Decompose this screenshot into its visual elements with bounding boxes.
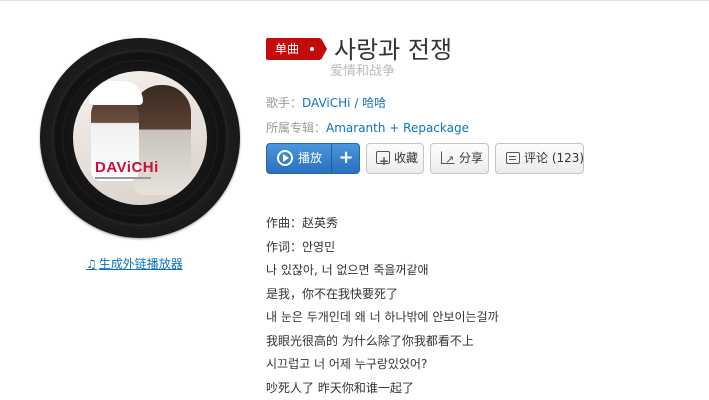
- comment-button[interactable]: 评论 (123): [495, 143, 584, 174]
- single-badge: 单曲: [266, 38, 321, 60]
- vinyl-record: DAViCHi: [40, 38, 240, 238]
- cover-logo: DAViCHi: [95, 159, 159, 176]
- album-row: 所属专辑：Amaranth + Repackage: [266, 119, 469, 136]
- singer-label: 歌手：: [266, 96, 303, 110]
- collect-icon: [376, 147, 390, 176]
- collect-button[interactable]: 收藏: [366, 143, 424, 176]
- add-to-playlist-button[interactable]: +: [332, 144, 360, 173]
- lyric-line: 我眼光很高的 为什么除了你我都看不上: [266, 333, 474, 348]
- comment-button-label: 评论 (123): [524, 151, 585, 165]
- external-player-link[interactable]: ♫ 生成外链播放器: [86, 255, 183, 272]
- cover-logo-underline: [95, 177, 151, 179]
- song-subtitle: 爱情和战争: [330, 64, 396, 79]
- play-icon: [277, 149, 293, 166]
- lyric-line: 내 눈은 두개인데 왜 너 하나밖에 안보이는걸까: [266, 310, 499, 324]
- singer-separator: /: [350, 96, 363, 110]
- music-note-icon: ♫: [86, 257, 97, 271]
- badge-arrow-icon: [321, 38, 327, 60]
- external-player-label: 生成外链播放器: [98, 257, 183, 271]
- lyric-line: 나 있잖아, 너 없으면 죽을꺼같애: [266, 263, 429, 277]
- top-divider: [0, 0, 709, 1]
- album-link[interactable]: Amaranth + Repackage: [326, 121, 469, 135]
- badge-dot-icon: [310, 47, 314, 51]
- lyric-line: 作词：안영민: [266, 239, 336, 254]
- collect-button-label: 收藏: [394, 151, 419, 165]
- singer-link-davichi[interactable]: DAViCHi: [302, 96, 351, 110]
- play-button-label: 播放: [298, 151, 323, 165]
- lyric-line: 是我，你不在我快要死了: [266, 286, 399, 301]
- share-icon: [441, 145, 455, 174]
- lyric-line: 吵死人了 昨天你和谁一起了: [266, 380, 414, 395]
- cover-hat: [89, 81, 143, 105]
- lyric-line: 시끄럽고 너 어제 누구랑있었어?: [266, 357, 428, 371]
- album-label: 所属专辑：: [266, 121, 327, 135]
- lyrics-block: 作曲：赵英秀 作词：안영민 나 있잖아, 너 없으면 죽을꺼같애 是我，你不在我…: [266, 212, 499, 400]
- single-badge-label: 单曲: [275, 42, 300, 56]
- comment-icon: [506, 151, 520, 164]
- share-button[interactable]: 分享: [430, 143, 489, 174]
- singer-link-haha[interactable]: 哈哈: [362, 96, 386, 110]
- play-button[interactable]: 播放 +: [266, 143, 360, 174]
- album-cover: DAViCHi: [73, 71, 207, 205]
- singer-row: 歌手：DAViCHi / 哈哈: [266, 94, 386, 111]
- lyric-line: 作曲：赵英秀: [266, 216, 339, 230]
- share-button-label: 分享: [459, 151, 484, 165]
